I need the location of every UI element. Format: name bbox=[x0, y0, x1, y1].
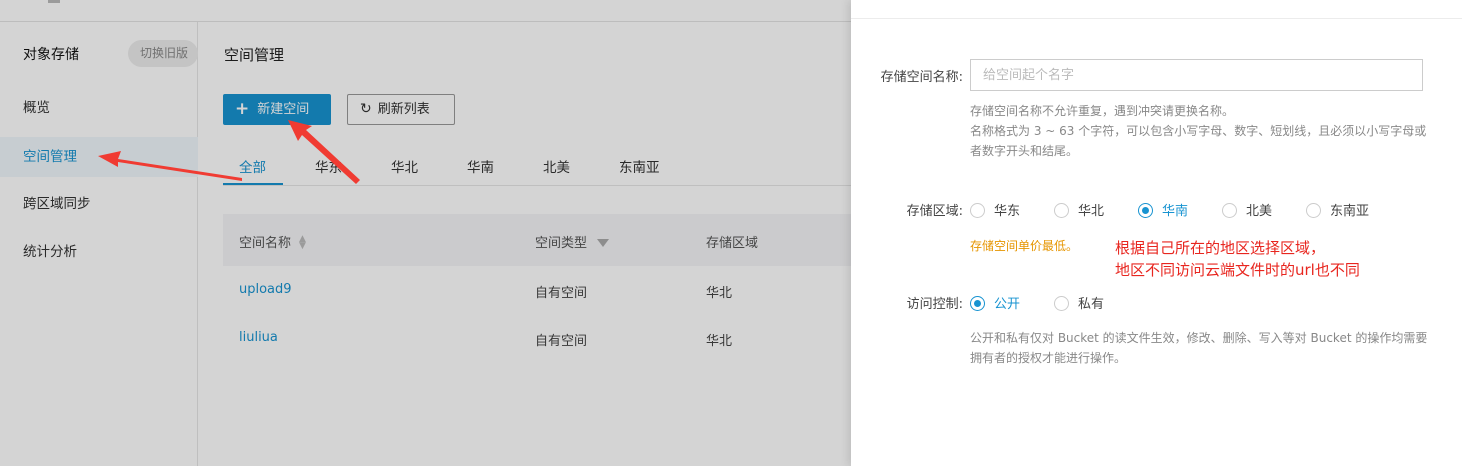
tab-north-china[interactable]: 华北 bbox=[391, 156, 418, 176]
bucket-name-hint-2: 名称格式为 3 ~ 63 个字符，可以包含小写字母、数字、短划线，且必须以小写字… bbox=[970, 124, 1427, 138]
table-row: liuliua 自有空间 华北 bbox=[223, 316, 851, 364]
new-space-button[interactable]: + 新建空间 bbox=[223, 94, 331, 125]
region-option-label: 东南亚 bbox=[1330, 204, 1370, 219]
region-annotation: 根据自己所在的地区选择区域， 地区不同访问云端文件时的url也不同 bbox=[1115, 237, 1360, 281]
annotation-line-2: 地区不同访问云端文件时的url也不同 bbox=[1115, 261, 1360, 279]
drawer-divider bbox=[851, 18, 1462, 19]
region-tabs: 全部 华东 华北 华南 北美 东南亚 bbox=[223, 144, 851, 186]
header-space-name-label: 空间名称 bbox=[239, 236, 292, 251]
bucket-type: 自有空间 bbox=[535, 334, 588, 349]
header-space-name[interactable]: 空间名称 ▲ ▼ bbox=[239, 232, 306, 252]
tab-east-china[interactable]: 华东 bbox=[315, 156, 342, 176]
bucket-type: 自有空间 bbox=[535, 286, 588, 301]
top-bar bbox=[0, 0, 851, 22]
sort-icon[interactable]: ▲ ▼ bbox=[299, 235, 306, 251]
menu-icon[interactable] bbox=[48, 0, 60, 3]
sidebar-item-cross-region-sync[interactable]: 跨区域同步 bbox=[0, 184, 198, 224]
access-control-label: 访问控制: bbox=[906, 297, 963, 312]
bucket-name-hint-3: 者数字开头和结尾。 bbox=[970, 144, 1079, 158]
bucket-name-label: 存储空间名称: bbox=[880, 70, 963, 85]
tab-southeast-asia[interactable]: 东南亚 bbox=[619, 156, 660, 176]
access-radio-public[interactable]: 公开 bbox=[970, 293, 1020, 312]
active-tab-indicator bbox=[223, 183, 283, 185]
bucket-region: 华北 bbox=[706, 286, 733, 301]
region-radio-south-china[interactable]: 华南 bbox=[1138, 200, 1188, 219]
access-radio-private[interactable]: 私有 bbox=[1054, 293, 1104, 312]
region-option-label: 华北 bbox=[1078, 204, 1105, 219]
region-radio-east-china[interactable]: 华东 bbox=[970, 200, 1020, 219]
plus-icon: + bbox=[235, 99, 250, 119]
background-app: 对象存储 切换旧版 概览 空间管理 跨区域同步 统计分析 空间管理 + 新建空间 … bbox=[0, 0, 851, 466]
bucket-region: 华北 bbox=[706, 334, 733, 349]
new-space-label: 新建空间 bbox=[257, 102, 310, 117]
radio-circle bbox=[970, 296, 985, 311]
region-option-label: 华东 bbox=[994, 204, 1021, 219]
access-option-label: 公开 bbox=[994, 297, 1021, 312]
filter-icon[interactable] bbox=[597, 239, 610, 247]
tab-all[interactable]: 全部 bbox=[239, 156, 266, 176]
header-space-type[interactable]: 空间类型 bbox=[535, 232, 610, 251]
page-title: 空间管理 bbox=[224, 46, 285, 64]
radio-circle bbox=[1054, 296, 1069, 311]
tab-south-china[interactable]: 华南 bbox=[467, 156, 494, 176]
bucket-name-input[interactable] bbox=[970, 59, 1423, 91]
radio-circle bbox=[1222, 203, 1237, 218]
radio-circle bbox=[970, 203, 985, 218]
switch-old-version-button[interactable]: 切换旧版 bbox=[128, 40, 198, 67]
sidebar-item-space-management[interactable]: 空间管理 bbox=[0, 137, 198, 177]
create-bucket-drawer: 存储空间名称: 存储空间名称不允许重复，遇到冲突请更换名称。 名称格式为 3 ~… bbox=[851, 0, 1462, 466]
access-hint-2: 拥有者的授权才能进行操作。 bbox=[970, 351, 1127, 365]
bucket-name-hint-1: 存储空间名称不允许重复，遇到冲突请更换名称。 bbox=[970, 104, 1235, 118]
region-radio-north-america[interactable]: 北美 bbox=[1222, 200, 1272, 219]
access-option-label: 私有 bbox=[1078, 297, 1105, 312]
refresh-list-button[interactable]: ↻ 刷新列表 bbox=[347, 94, 455, 125]
header-storage-region: 存储区域 bbox=[706, 236, 759, 251]
main-content: 空间管理 + 新建空间 ↻ 刷新列表 全部 华东 华北 华南 北美 东南亚 空间名称… bbox=[199, 22, 851, 466]
sidebar-title: 对象存储 bbox=[23, 47, 79, 63]
sidebar-item-statistics[interactable]: 统计分析 bbox=[0, 232, 198, 272]
price-note: 存储空间单价最低。 bbox=[970, 239, 1079, 253]
sidebar: 对象存储 切换旧版 概览 空间管理 跨区域同步 统计分析 bbox=[0, 22, 198, 466]
region-radio-north-china[interactable]: 华北 bbox=[1054, 200, 1104, 219]
tab-north-america[interactable]: 北美 bbox=[543, 156, 570, 176]
radio-circle bbox=[1306, 203, 1321, 218]
radio-circle bbox=[1138, 203, 1153, 218]
refresh-icon: ↻ bbox=[360, 101, 372, 117]
region-label: 存储区域: bbox=[906, 204, 963, 219]
region-option-label: 北美 bbox=[1246, 204, 1273, 219]
region-radio-southeast-asia[interactable]: 东南亚 bbox=[1306, 200, 1369, 219]
access-hint-1: 公开和私有仅对 Bucket 的读文件生效，修改、删除、写入等对 Bucket … bbox=[970, 331, 1428, 345]
header-space-type-label: 空间类型 bbox=[535, 236, 588, 251]
region-option-label: 华南 bbox=[1162, 204, 1189, 219]
annotation-line-1: 根据自己所在的地区选择区域， bbox=[1115, 239, 1326, 257]
refresh-label: 刷新列表 bbox=[377, 102, 430, 117]
sidebar-item-overview[interactable]: 概览 bbox=[0, 88, 198, 128]
table-header: 空间名称 ▲ ▼ 空间类型 存储区域 bbox=[223, 214, 851, 266]
table-row: upload9 自有空间 华北 bbox=[223, 268, 851, 316]
bucket-name-link[interactable]: upload9 bbox=[239, 282, 292, 297]
radio-circle bbox=[1054, 203, 1069, 218]
bucket-name-link[interactable]: liuliua bbox=[239, 330, 278, 345]
